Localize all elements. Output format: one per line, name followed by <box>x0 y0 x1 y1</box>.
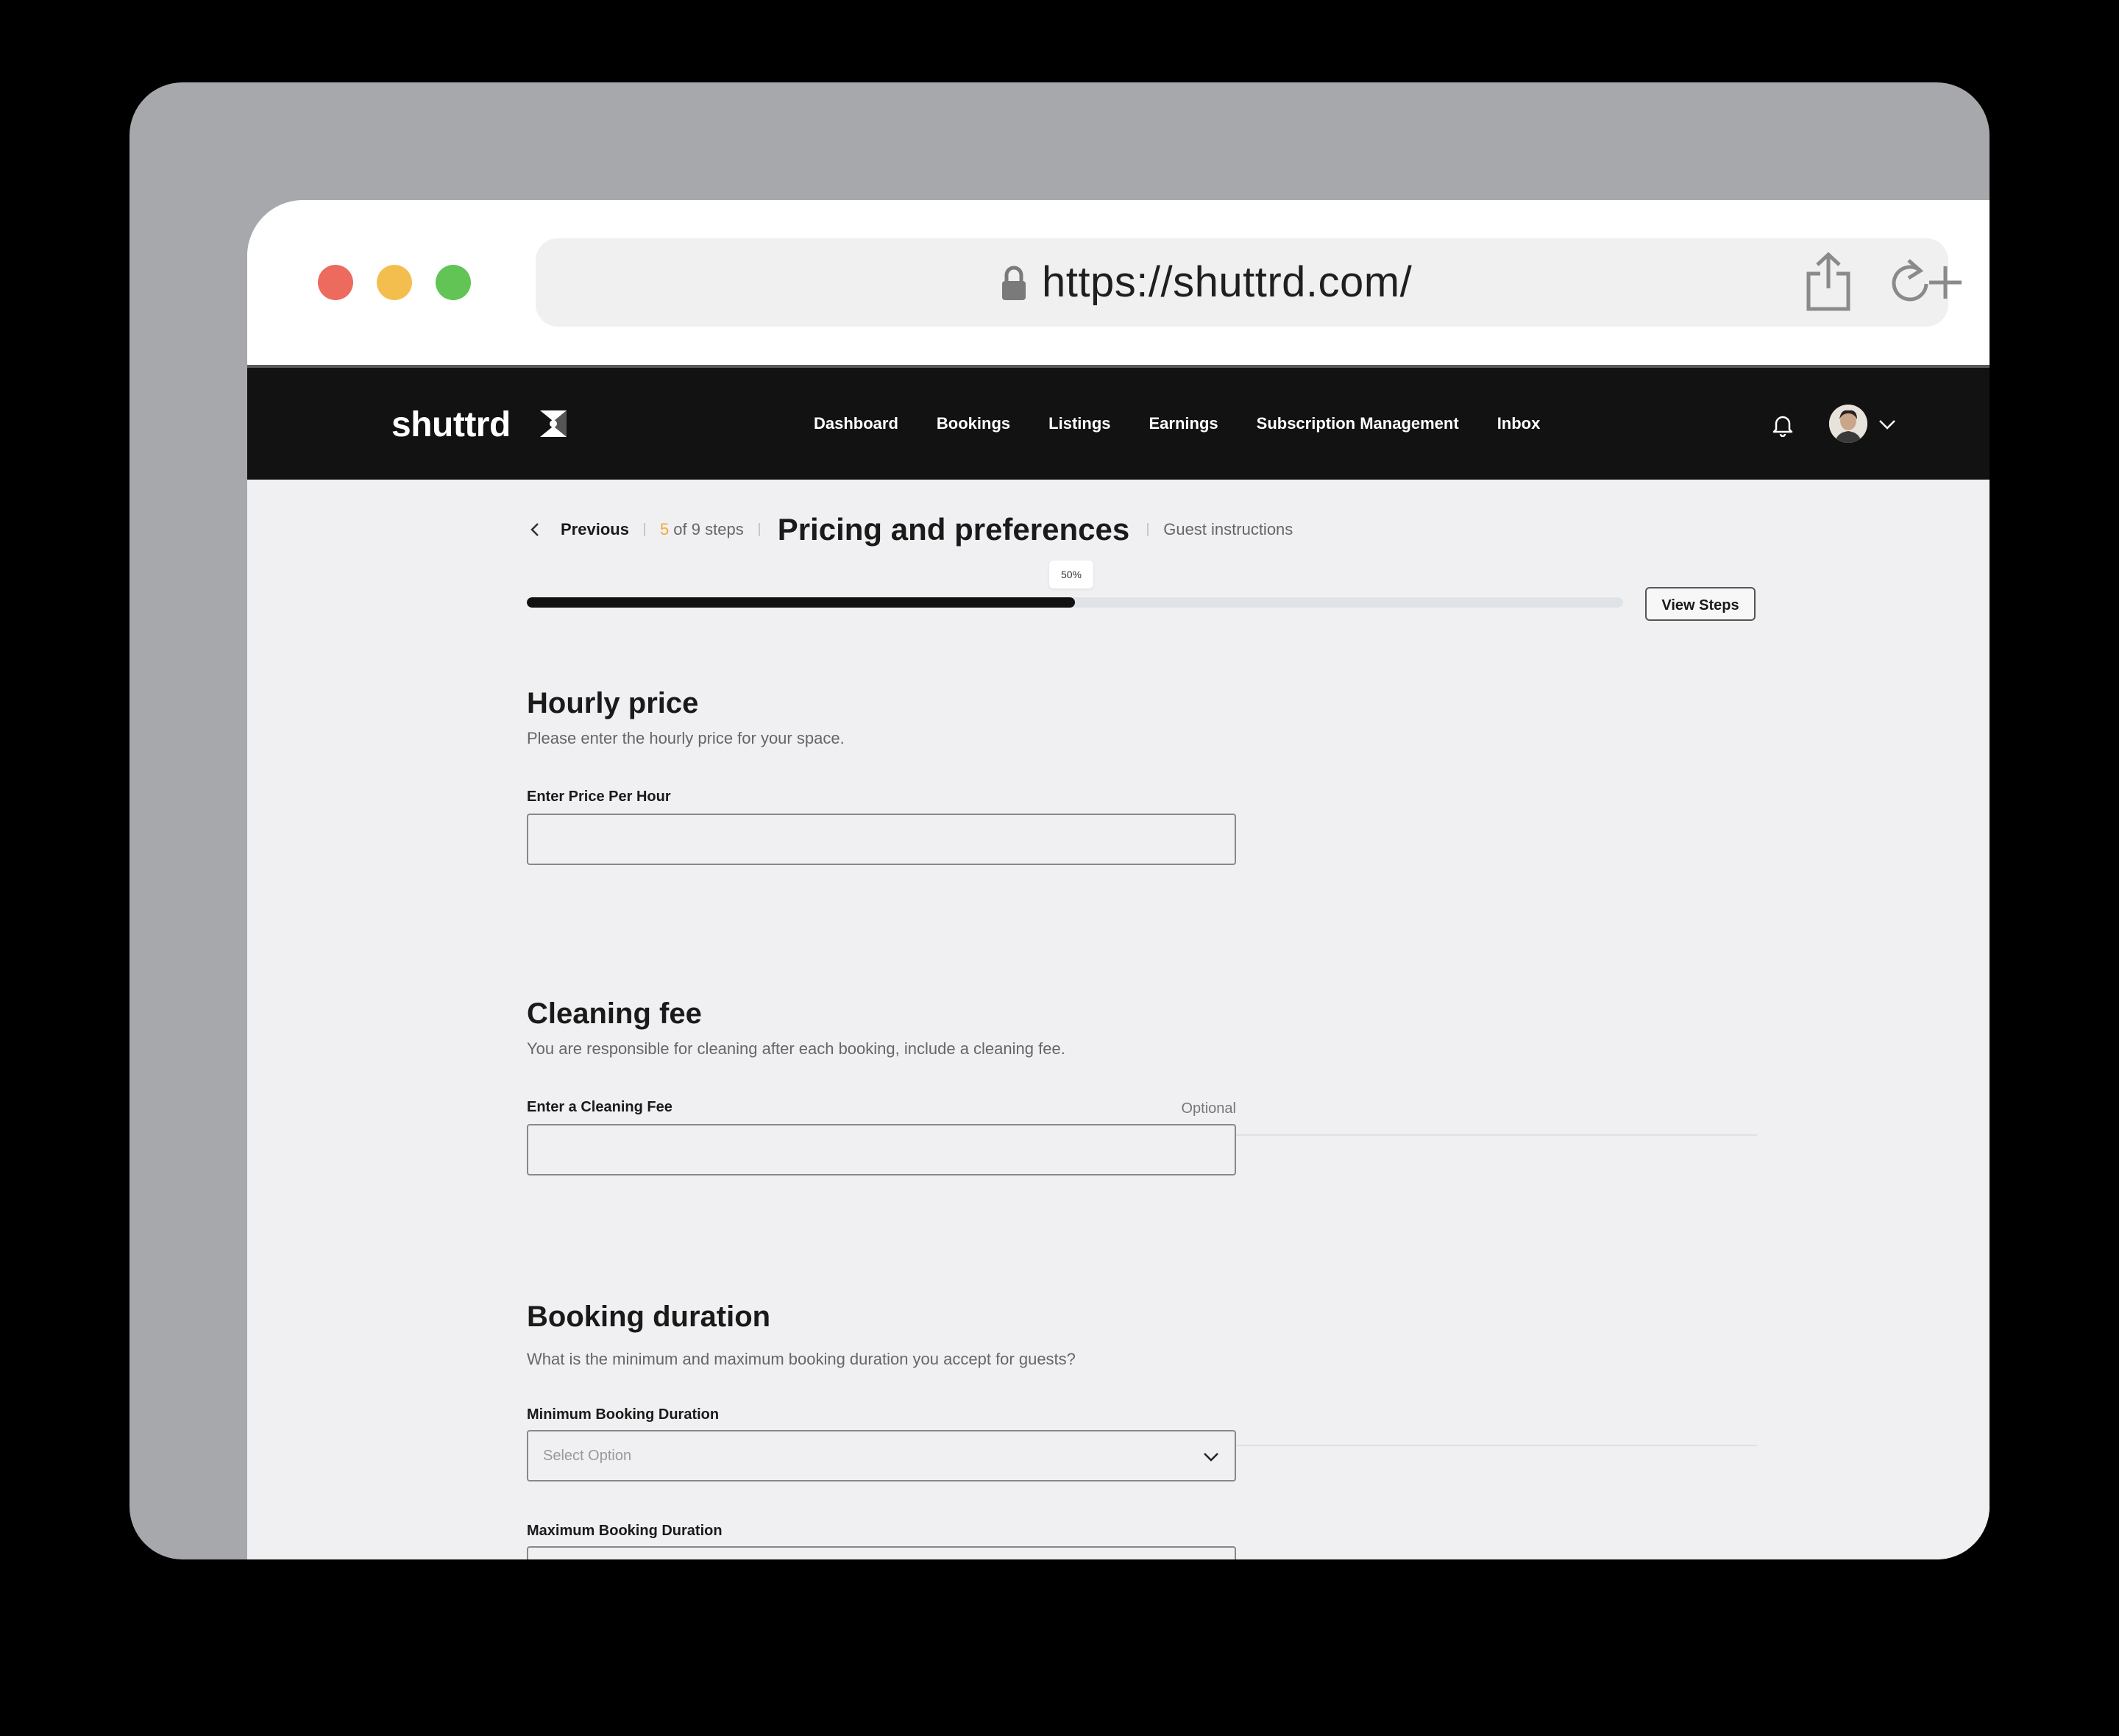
field-label: Enter Price Per Hour <box>527 789 671 805</box>
view-steps-button[interactable]: View Steps <box>1645 587 1756 621</box>
section-title: Cleaning fee <box>527 997 702 1030</box>
bell-icon[interactable] <box>1772 413 1794 437</box>
chevron-down-icon <box>1204 1453 1218 1462</box>
divider <box>758 523 760 536</box>
chevron-down-icon[interactable] <box>1878 418 1897 431</box>
url-text[interactable]: https://shuttrd.com/ <box>1042 257 1412 307</box>
share-icon[interactable] <box>1803 250 1854 313</box>
nav-dashboard[interactable]: Dashboard <box>814 414 898 433</box>
booking-duration-section: Booking duration What is the minimum and… <box>527 1301 1757 1559</box>
progress-bar-fill <box>527 597 1075 608</box>
section-title: Booking duration <box>527 1301 771 1333</box>
nav-subscription-management[interactable]: Subscription Management <box>1257 414 1459 433</box>
divider <box>643 523 645 536</box>
progress-bar <box>527 597 1623 608</box>
current-step-number: 5 <box>659 520 670 538</box>
nav-inbox[interactable]: Inbox <box>1497 414 1541 433</box>
field-label: Minimum Booking Duration <box>527 1406 720 1423</box>
maximize-window-button[interactable] <box>436 265 471 300</box>
avatar[interactable] <box>1829 405 1867 443</box>
next-step-label: Guest instructions <box>1163 520 1293 538</box>
progress-tooltip: 50% <box>1049 561 1093 588</box>
field-label: Enter a Cleaning Fee <box>527 1099 672 1115</box>
avatar-portrait-icon <box>1829 405 1867 443</box>
minimize-window-button[interactable] <box>377 265 412 300</box>
top-navigation: shuttrd Dashboard Bookings Listings Earn… <box>247 368 1990 480</box>
nav-links: Dashboard Bookings Listings Earnings Sub… <box>814 368 1578 480</box>
step-header: Previous 5 of 9 steps Pricing and prefer… <box>527 508 1293 552</box>
select-placeholder: Select Option <box>543 1448 632 1464</box>
field-label: Maximum Booking Duration <box>527 1523 723 1539</box>
page-title: Pricing and preferences <box>777 512 1130 547</box>
step-counter: 5 of 9 steps <box>660 520 744 539</box>
section-description: What is the minimum and maximum booking … <box>527 1350 1076 1368</box>
section-title: Hourly price <box>527 687 699 719</box>
device-frame: https://shuttrd.com/ shuttrd Dashboard B… <box>129 82 1990 1559</box>
brand-logo[interactable]: shuttrd <box>391 405 511 445</box>
nav-listings[interactable]: Listings <box>1048 414 1110 433</box>
total-steps-text: of 9 steps <box>669 520 744 538</box>
section-description: Please enter the hourly price for your s… <box>527 729 845 747</box>
nav-earnings[interactable]: Earnings <box>1149 414 1218 433</box>
section-description: You are responsible for cleaning after e… <box>527 1039 1065 1058</box>
previous-button[interactable]: Previous <box>561 520 629 539</box>
lock-icon <box>1002 266 1026 300</box>
browser-toolbar: https://shuttrd.com/ <box>247 200 1990 368</box>
divider <box>1147 523 1149 536</box>
hourly-price-section: Hourly price Please enter the hourly pri… <box>527 687 1757 878</box>
close-window-button[interactable] <box>318 265 353 300</box>
main-content: Previous 5 of 9 steps Pricing and prefer… <box>247 480 1990 1559</box>
price-per-hour-input[interactable] <box>527 814 1236 865</box>
minimum-duration-select[interactable]: Select Option <box>527 1430 1236 1481</box>
shutter-logo-icon <box>540 410 567 437</box>
cleaning-fee-section: Cleaning fee You are responsible for cle… <box>527 997 1757 1189</box>
maximum-duration-select[interactable] <box>527 1546 1236 1559</box>
cleaning-fee-input[interactable] <box>527 1124 1236 1175</box>
chevron-left-icon[interactable] <box>527 521 544 538</box>
reload-icon[interactable] <box>1885 256 1973 307</box>
nav-bookings[interactable]: Bookings <box>937 414 1010 433</box>
optional-tag: Optional <box>1181 1100 1237 1117</box>
browser-window: https://shuttrd.com/ shuttrd Dashboard B… <box>247 200 1990 1559</box>
address-bar[interactable]: https://shuttrd.com/ <box>536 238 1962 327</box>
